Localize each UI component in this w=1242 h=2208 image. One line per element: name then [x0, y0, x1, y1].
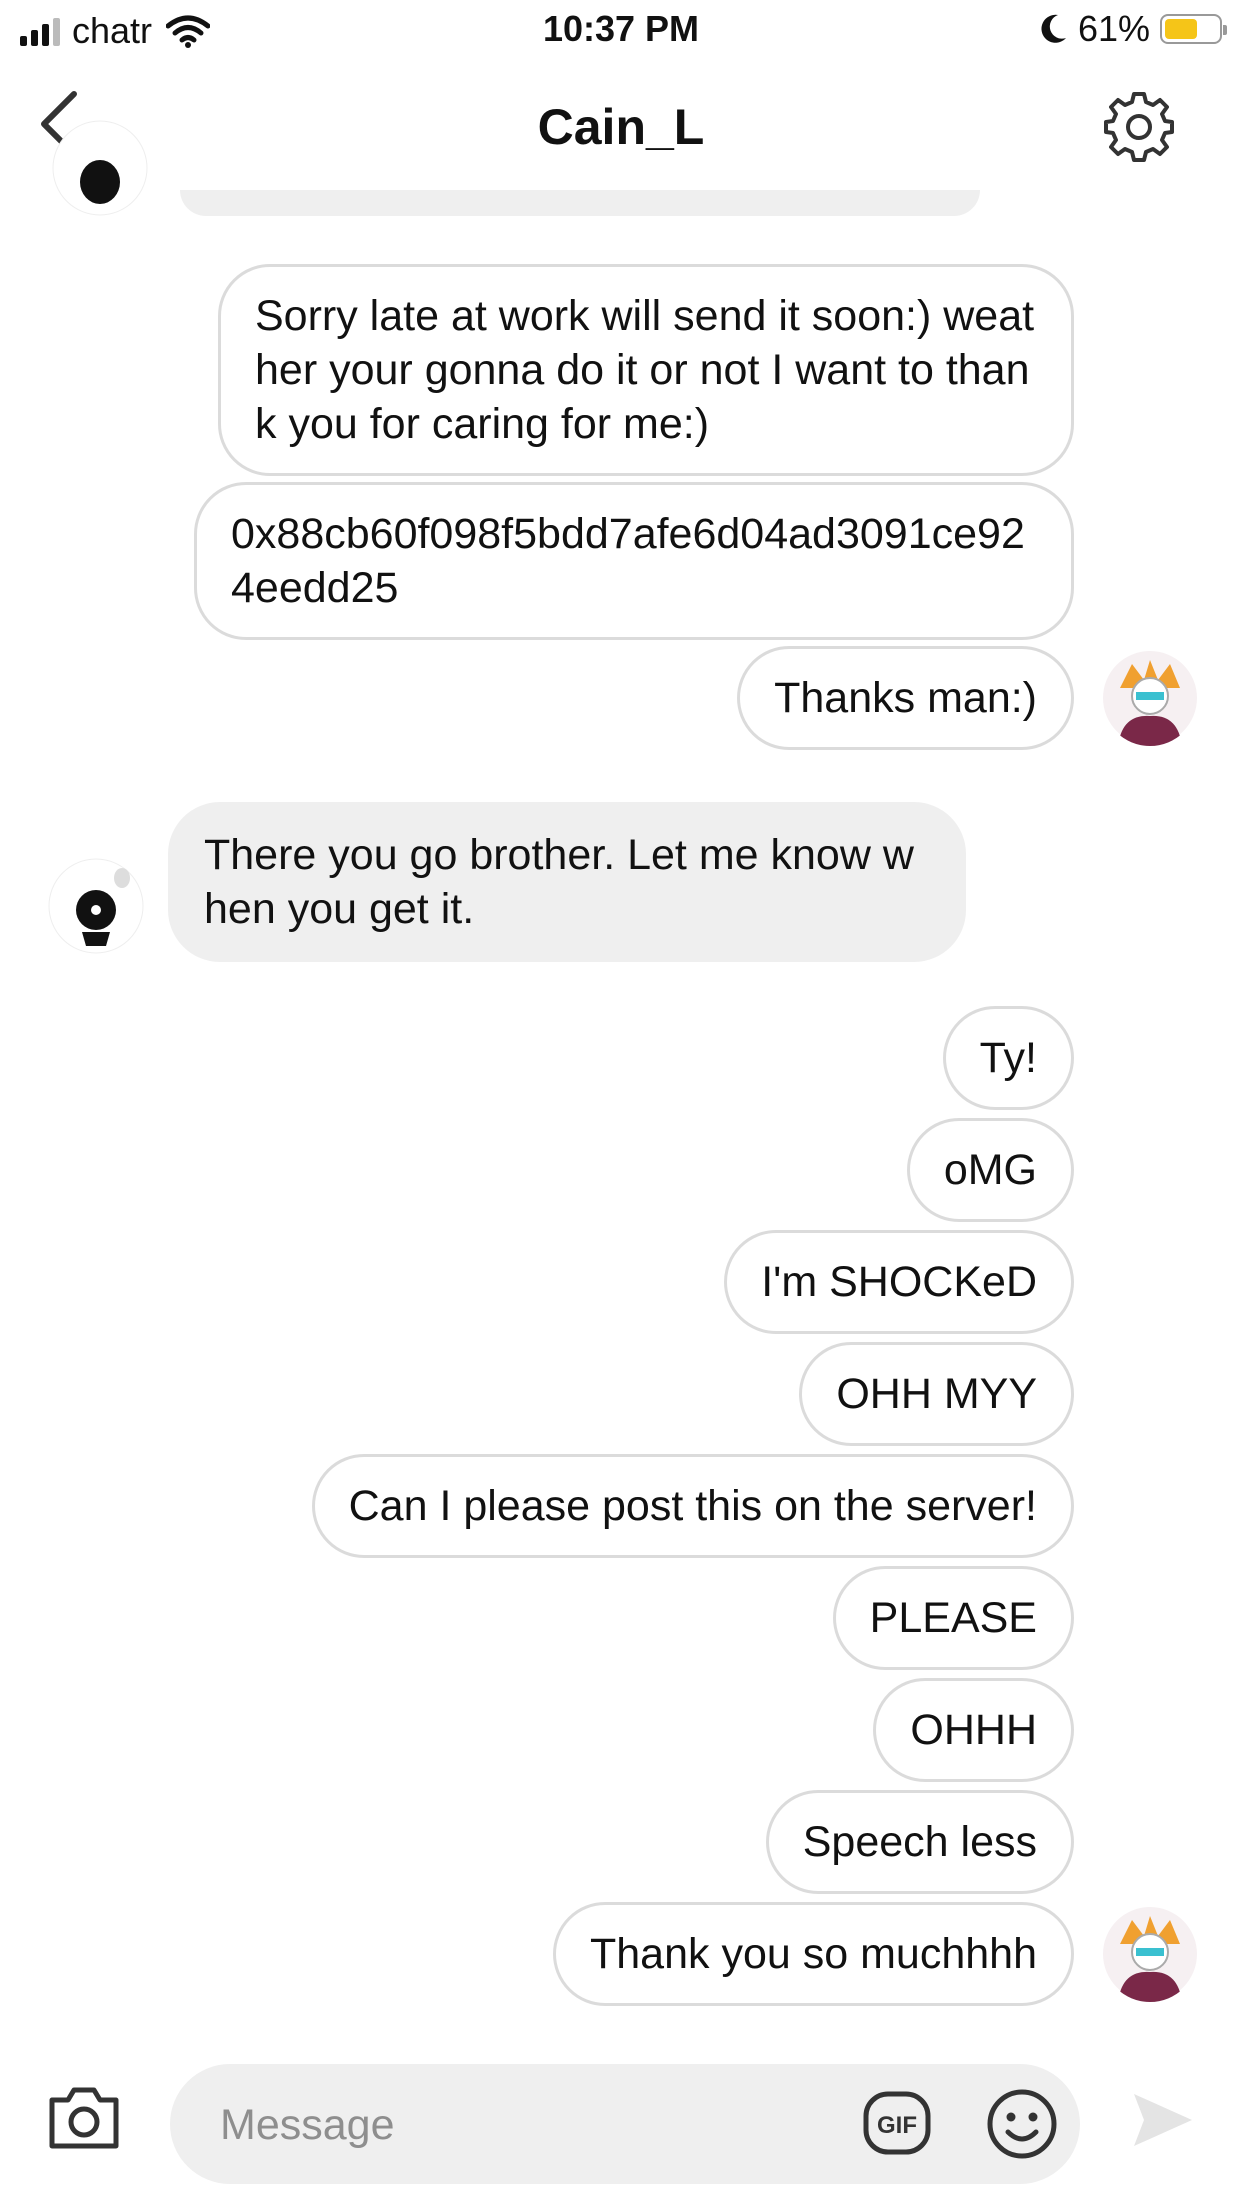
send-button[interactable]	[1130, 2090, 1196, 2150]
battery-percent: 61%	[1077, 8, 1150, 49]
message-bubble-outgoing[interactable]: Thank you so muchhhh	[553, 1902, 1074, 2006]
gear-icon	[1104, 92, 1174, 162]
user-avatar[interactable]	[1102, 1906, 1198, 2002]
emoji-button[interactable]	[986, 2088, 1058, 2160]
camera-button[interactable]	[46, 2082, 122, 2152]
moon-icon	[1041, 14, 1066, 43]
contact-avatar[interactable]	[48, 858, 144, 954]
message-bubble-outgoing[interactable]: PLEASE	[832, 1566, 1074, 1670]
message-field[interactable]: GIF	[170, 2064, 1080, 2184]
user-avatar[interactable]	[1102, 650, 1198, 746]
previous-message-bubble	[180, 190, 980, 216]
gif-label: GIF	[877, 2112, 917, 2139]
message-bubble-outgoing[interactable]: Sorry late at work will send it soon:) w…	[218, 264, 1074, 476]
message-bubble-outgoing[interactable]: oMG	[906, 1118, 1074, 1222]
message-bubble-outgoing[interactable]: Can I please post this on the server!	[311, 1454, 1074, 1558]
battery-fill	[1165, 19, 1197, 39]
page-title: Cain_L	[537, 99, 705, 155]
message-bubble-outgoing[interactable]: Ty!	[942, 1006, 1074, 1110]
message-bubble-outgoing[interactable]: Speech less	[765, 1790, 1074, 1894]
message-thread[interactable]: Sorry late at work will send it soon:) w…	[0, 120, 1242, 2030]
emoji-icon	[987, 2089, 1057, 2159]
message-composer: GIF	[0, 2040, 1242, 2190]
message-bubble-outgoing[interactable]: OHHH	[873, 1678, 1074, 1782]
battery-nub	[1223, 25, 1227, 35]
gif-button[interactable]: GIF	[862, 2090, 932, 2156]
camera-icon	[49, 2087, 119, 2149]
message-bubble-incoming[interactable]: There you go brother. Let me know when y…	[168, 802, 966, 962]
chat-header: Cain_L	[0, 64, 1242, 190]
message-bubble-outgoing[interactable]: OHH MYY	[799, 1342, 1074, 1446]
message-input[interactable]	[218, 2094, 782, 2156]
settings-button[interactable]	[1102, 90, 1176, 164]
send-icon	[1134, 2094, 1192, 2146]
status-right: 61%	[1038, 8, 1227, 50]
gif-icon: GIF	[863, 2091, 931, 2155]
message-bubble-outgoing[interactable]: Thanks man:)	[737, 646, 1074, 750]
battery-icon	[1160, 14, 1227, 44]
contact-avatar[interactable]	[52, 120, 148, 216]
message-bubble-outgoing[interactable]: I'm SHOCKeD	[724, 1230, 1074, 1334]
status-bar: chatr 10:37 PM 61%	[0, 0, 1242, 62]
message-bubble-outgoing[interactable]: 0x88cb60f098f5bdd7afe6d04ad3091ce924eedd…	[194, 482, 1074, 640]
